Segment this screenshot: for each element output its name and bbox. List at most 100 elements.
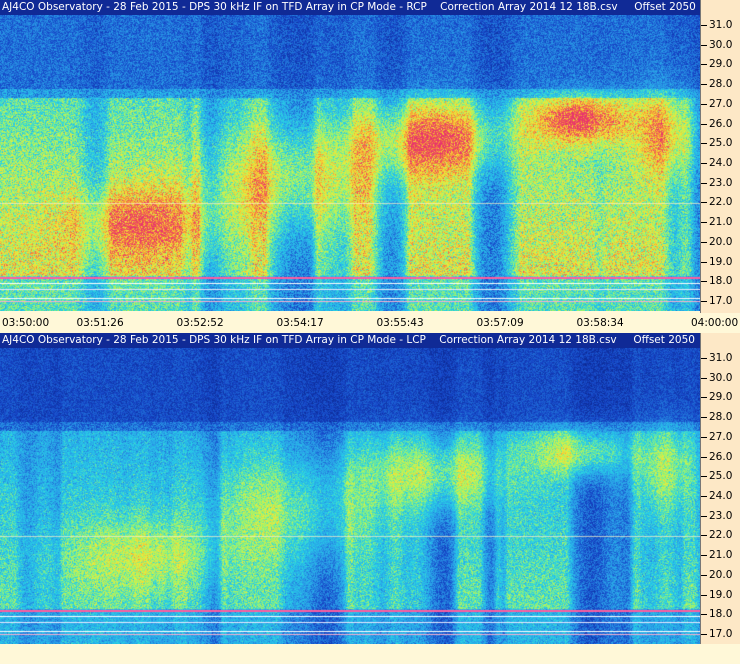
y-tick-mark: [701, 143, 707, 145]
y-tick-text: 17.0: [709, 628, 733, 641]
x-tick-label: 03:57:09: [476, 317, 524, 329]
y-tick-text: 30.0: [709, 371, 733, 384]
y-tick-label: 19.0: [701, 589, 740, 601]
y-tick-text: 26.0: [709, 450, 733, 463]
y-tick-mark: [701, 301, 707, 303]
y-tick-mark: [701, 436, 707, 438]
y-tick-label: 17.0: [701, 628, 740, 640]
y-tick-text: 23.0: [709, 176, 733, 189]
lcp-spectrogram-panel: AJ4CO Observatory - 28 Feb 2015 - DPS 30…: [0, 333, 740, 664]
x-tick-label: 03:51:26: [76, 317, 124, 329]
y-tick-label: 23.0: [701, 177, 740, 189]
y-tick-label: 17.0: [701, 295, 740, 307]
y-tick-mark: [701, 496, 707, 497]
y-tick-mark: [701, 241, 707, 243]
y-tick-label: 20.0: [701, 236, 740, 248]
y-tick-label: 22.0: [701, 529, 740, 541]
y-tick-text: 30.0: [709, 38, 733, 51]
y-tick-text: 31.0: [709, 18, 733, 31]
y-tick-text: 25.0: [709, 137, 733, 150]
y-tick-label: 29.0: [701, 58, 740, 70]
y-tick-mark: [701, 535, 707, 537]
y-tick-mark: [701, 64, 707, 66]
y-tick-mark: [701, 24, 707, 26]
y-tick-label: 31.0: [701, 352, 740, 364]
y-tick-label: 23.0: [701, 510, 740, 522]
y-tick-mark: [701, 163, 707, 164]
rcp-time-axis: 03:50:00 03:51:26 03:52:52 03:54:17 03:55:43…: [0, 313, 740, 333]
y-tick-mark: [701, 84, 707, 86]
y-tick-text: 24.0: [709, 490, 733, 502]
rcp-spectrogram: [0, 15, 700, 311]
y-tick-label: 18.0: [701, 275, 740, 287]
y-tick-mark: [701, 634, 707, 636]
x-tick-label: 03:52:52: [176, 317, 224, 329]
y-tick-text: 27.0: [709, 430, 733, 443]
y-tick-label: 28.0: [701, 411, 740, 423]
lcp-spectrogram: [0, 348, 700, 644]
y-tick-text: 18.0: [709, 275, 733, 288]
y-tick-mark: [701, 357, 707, 359]
y-tick-label: 26.0: [701, 451, 740, 463]
y-tick-label: 25.0: [701, 470, 740, 482]
y-tick-text: 19.0: [709, 588, 733, 601]
y-tick-mark: [701, 377, 707, 379]
y-tick-mark: [701, 515, 707, 517]
y-tick-mark: [701, 397, 707, 399]
y-tick-text: 21.0: [709, 549, 733, 562]
y-tick-text: 29.0: [709, 391, 733, 404]
y-tick-text: 22.0: [709, 529, 733, 542]
y-tick-text: 18.0: [709, 608, 733, 621]
y-tick-label: 22.0: [701, 196, 740, 208]
y-tick-mark: [701, 202, 707, 204]
y-tick-mark: [701, 222, 707, 224]
x-tick-label: 03:54:17: [276, 317, 324, 329]
y-tick-mark: [701, 417, 707, 419]
y-tick-mark: [701, 555, 707, 557]
y-tick-text: 23.0: [709, 509, 733, 522]
y-tick-text: 20.0: [709, 235, 733, 248]
y-tick-label: 24.0: [701, 490, 740, 502]
y-tick-label: 29.0: [701, 391, 740, 403]
rcp-frequency-axis: 31.0 30.0 29.0 28.0 27.0 26.0 25.0 24.0 23.0 22.0…: [700, 0, 740, 313]
y-tick-label: 20.0: [701, 569, 740, 581]
y-tick-label: 28.0: [701, 78, 740, 90]
y-tick-text: 24.0: [709, 157, 733, 169]
lcp-title: AJ4CO Observatory - 28 Feb 2015 - DPS 30…: [0, 333, 700, 348]
y-tick-text: 29.0: [709, 58, 733, 71]
y-tick-mark: [701, 594, 707, 596]
lcp-frequency-axis: 31.0 30.0 29.0 28.0 27.0 26.0 25.0 24.0 23.0 22.0…: [700, 333, 740, 644]
y-tick-text: 27.0: [709, 97, 733, 110]
y-tick-text: 28.0: [709, 78, 733, 91]
y-tick-label: 27.0: [701, 431, 740, 443]
x-tick-label: 03:55:43: [376, 317, 424, 329]
y-tick-mark: [701, 182, 707, 184]
y-tick-text: 28.0: [709, 411, 733, 424]
y-tick-mark: [701, 281, 707, 283]
x-tick-label: 03:58:34: [576, 317, 624, 329]
y-tick-label: 25.0: [701, 137, 740, 149]
y-tick-label: 21.0: [701, 216, 740, 228]
y-tick-text: 21.0: [709, 216, 733, 229]
y-tick-text: 20.0: [709, 568, 733, 581]
y-tick-mark: [701, 103, 707, 105]
y-tick-mark: [701, 456, 707, 458]
y-tick-label: 30.0: [701, 372, 740, 384]
y-tick-text: 22.0: [709, 196, 733, 209]
y-tick-label: 18.0: [701, 608, 740, 620]
y-tick-mark: [701, 44, 707, 46]
y-tick-mark: [701, 476, 707, 478]
y-tick-label: 30.0: [701, 39, 740, 51]
y-tick-mark: [701, 123, 707, 125]
rcp-title: AJ4CO Observatory - 28 Feb 2015 - DPS 30…: [0, 0, 700, 15]
lcp-time-axis: [0, 644, 740, 664]
y-tick-text: 25.0: [709, 470, 733, 483]
y-tick-label: 21.0: [701, 549, 740, 561]
x-tick-label: 04:00:00: [691, 317, 739, 329]
y-tick-label: 24.0: [701, 157, 740, 169]
y-tick-label: 31.0: [701, 19, 740, 31]
y-tick-label: 27.0: [701, 98, 740, 110]
y-tick-mark: [701, 261, 707, 263]
y-tick-label: 19.0: [701, 256, 740, 268]
y-tick-text: 31.0: [709, 351, 733, 364]
